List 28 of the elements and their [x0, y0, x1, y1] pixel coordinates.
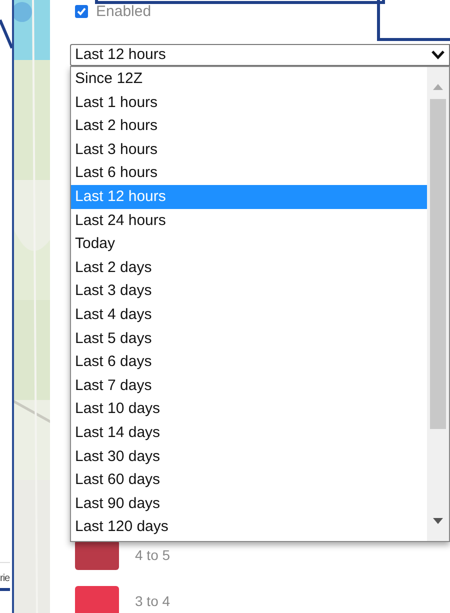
dropdown-option[interactable]: Last 4 days [71, 302, 427, 327]
dropdown-option[interactable]: Last 5 days [71, 326, 427, 350]
dropdown-option[interactable]: Last 30 days [71, 444, 427, 468]
dropdown-option[interactable]: Since 12Z [71, 67, 427, 91]
dropdown-option[interactable]: Last 3 days [71, 279, 427, 303]
dropdown-option[interactable]: Last 120 days [71, 515, 427, 539]
chevron-icon [431, 50, 445, 60]
dropdown-option[interactable]: Last 3 hours [71, 138, 427, 162]
dropdown-option[interactable]: Today [71, 232, 427, 256]
enabled-checkbox[interactable] [75, 4, 88, 18]
dropdown-option[interactable]: Last 90 days [71, 492, 427, 516]
dropdown-option[interactable]: Last 2 days [71, 256, 427, 280]
dropdown-option[interactable]: Last 1 hours [71, 90, 427, 114]
time-range-select[interactable]: Last 12 hours [70, 44, 450, 66]
dropdown-option[interactable]: Last 6 hours [71, 161, 427, 185]
scrollbar[interactable] [427, 67, 449, 541]
legend-label: 4 to 5 [135, 546, 170, 564]
checkbox-label: Enabled [96, 4, 152, 18]
scroll-down-icon[interactable] [432, 517, 444, 525]
map-label: rie [0, 562, 10, 591]
legend-label: 3 to 4 [135, 592, 170, 610]
dropdown-option[interactable]: Last 6 days [71, 350, 427, 374]
dropdown-option[interactable]: Last 14 days [71, 420, 427, 444]
dropdown-option[interactable]: Last 2 hours [71, 114, 427, 138]
dropdown-option[interactable]: Last 24 hours [71, 208, 427, 232]
dropdown-option[interactable]: Last 10 days [71, 397, 427, 421]
dropdown-option[interactable]: Last 7 days [71, 374, 427, 398]
dropdown-option[interactable]: Last 60 days [71, 468, 427, 492]
